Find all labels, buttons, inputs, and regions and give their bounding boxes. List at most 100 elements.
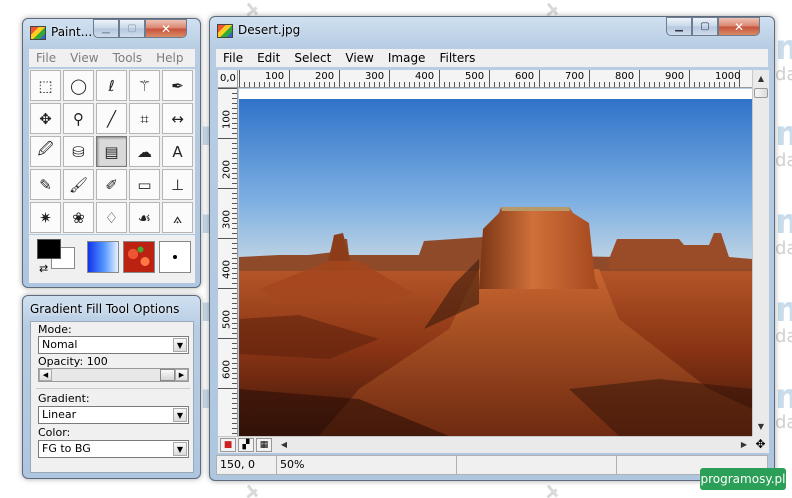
tool-button[interactable]: ▭ <box>129 169 160 200</box>
foreground-color-swatch[interactable] <box>37 239 61 259</box>
tool-button[interactable]: ↔ <box>162 103 193 134</box>
ruler-tick <box>218 338 237 339</box>
minimize-button[interactable]: ▁ <box>93 19 119 38</box>
horizontal-scrollbar[interactable]: ■ ▞ ▦ ◀ ▶ <box>218 436 752 453</box>
ruler-label: 400 <box>415 71 435 82</box>
ruler-tick <box>619 82 620 87</box>
ruler-tick <box>689 70 690 87</box>
ellipse-select-icon: ◯ <box>70 76 87 95</box>
ruler-label: 300 <box>221 209 233 230</box>
image-titlebar[interactable]: Desert.jpg ▁ ▢ ✕ <box>210 17 774 45</box>
navigate-move-icon[interactable]: ✥ <box>752 436 769 453</box>
tool-button[interactable]: ♢ <box>96 202 127 233</box>
pattern-swatch[interactable] <box>123 241 155 273</box>
blur-drop-icon: ♢ <box>104 208 119 227</box>
scroll-right-icon[interactable]: ▶ <box>736 437 752 453</box>
menu-view[interactable]: View <box>63 49 105 67</box>
tool-button[interactable]: ☁ <box>129 136 160 167</box>
swap-colors-icon[interactable]: ⇄ <box>39 262 48 275</box>
tool-button[interactable]: ✷ <box>30 202 61 233</box>
ruler-tick <box>409 82 410 87</box>
tool-button[interactable]: ✎ <box>30 169 61 200</box>
image-document-icon <box>217 24 233 38</box>
ruler-tick <box>232 408 237 409</box>
vertical-ruler: 100 200 300 400 500 600 <box>218 88 238 436</box>
tool-button[interactable]: ⚲ <box>63 103 94 134</box>
ruler-tick <box>232 353 237 354</box>
tool-button[interactable]: ☙ <box>129 202 160 233</box>
ruler-tick <box>724 82 725 87</box>
menu-file[interactable]: File <box>29 49 63 67</box>
ruler-tick <box>232 418 237 419</box>
slider-left-arrow-icon[interactable]: ◀ <box>39 369 52 381</box>
channels-icon[interactable]: ▦ <box>256 438 272 452</box>
chevron-down-icon[interactable]: ▼ <box>173 408 187 422</box>
tool-button[interactable]: ℓ <box>96 70 127 101</box>
menu-tools[interactable]: Tools <box>106 49 150 67</box>
ruler-tick <box>232 248 237 249</box>
ruler-tick <box>232 153 237 154</box>
tool-button[interactable]: ◯ <box>63 70 94 101</box>
scroll-left-icon[interactable]: ◀ <box>276 437 292 453</box>
slider-right-arrow-icon[interactable]: ▶ <box>175 369 188 381</box>
minimize-button[interactable]: ▁ <box>666 17 692 36</box>
tool-button[interactable]: ▤ <box>96 136 127 167</box>
ruler-tick <box>629 82 630 87</box>
opacity-slider-thumb[interactable] <box>160 369 175 381</box>
ruler-tick <box>274 82 275 87</box>
scroll-down-icon[interactable]: ▼ <box>753 419 769 435</box>
vertical-scroll-thumb[interactable] <box>754 88 768 98</box>
ruler-tick <box>232 413 237 414</box>
tool-button[interactable]: ❀ <box>63 202 94 233</box>
ruler-tick <box>232 263 237 264</box>
chevron-down-icon[interactable]: ▼ <box>173 442 187 456</box>
tool-button[interactable]: ⛁ <box>63 136 94 167</box>
ruler-tick <box>232 423 237 424</box>
menu-file[interactable]: File <box>216 49 250 67</box>
brush-swatch[interactable] <box>159 241 191 273</box>
tool-button[interactable]: ⟑ <box>162 202 193 233</box>
ruler-label: 600 <box>515 71 535 82</box>
tool-button[interactable]: ╱ <box>96 103 127 134</box>
eraser-icon: ▭ <box>137 175 152 194</box>
tool-button[interactable]: ⬚ <box>30 70 61 101</box>
ruler-tick <box>429 82 430 87</box>
scroll-up-icon[interactable]: ▲ <box>753 71 769 87</box>
color-mode-icon[interactable]: ■ <box>220 438 236 452</box>
menu-edit[interactable]: Edit <box>250 49 287 67</box>
menu-select[interactable]: Select <box>287 49 338 67</box>
ruler-tick <box>509 82 510 87</box>
close-button[interactable]: ✕ <box>718 17 760 36</box>
layers-icon[interactable]: ▞ <box>238 438 254 452</box>
ruler-label: 800 <box>615 71 635 82</box>
tool-button[interactable]: ✥ <box>30 103 61 134</box>
tool-button[interactable]: 🖉 <box>30 136 61 167</box>
color-mode-select[interactable]: FG to BG ▼ <box>38 440 189 458</box>
tool-button[interactable]: ⌗ <box>129 103 160 134</box>
menu-view[interactable]: View <box>338 49 380 67</box>
image-canvas[interactable] <box>239 89 752 436</box>
maximize-button[interactable]: ▢ <box>119 19 145 38</box>
menu-filters[interactable]: Filters <box>432 49 482 67</box>
maximize-button[interactable]: ▢ <box>692 17 718 36</box>
opacity-slider[interactable]: ◀ ▶ <box>38 368 189 382</box>
menu-help[interactable]: Help <box>149 49 190 67</box>
ruler-tick <box>232 258 237 259</box>
ruler-tick <box>232 183 237 184</box>
tool-button[interactable]: ✒ <box>162 70 193 101</box>
tool-button[interactable]: ✐ <box>96 169 127 200</box>
tool-button[interactable]: A <box>162 136 193 167</box>
tool-button[interactable]: 🖌 <box>63 169 94 200</box>
menu-image[interactable]: Image <box>381 49 433 67</box>
chevron-down-icon[interactable]: ▼ <box>173 338 187 352</box>
vertical-scrollbar[interactable]: ▲ ▼ <box>752 70 769 436</box>
close-button[interactable]: ✕ <box>145 19 187 38</box>
tool-button[interactable]: ⚚ <box>129 70 160 101</box>
tool-button[interactable]: ⊥ <box>162 169 193 200</box>
ruler-tick <box>714 82 715 87</box>
ruler-tick <box>232 93 237 94</box>
gradient-swatch[interactable] <box>87 241 119 273</box>
mode-select[interactable]: Nomal ▼ <box>38 336 189 354</box>
tools-titlebar[interactable]: Paint... ▁ ▢ ✕ <box>23 19 200 47</box>
gradient-type-select[interactable]: Linear ▼ <box>38 406 189 424</box>
